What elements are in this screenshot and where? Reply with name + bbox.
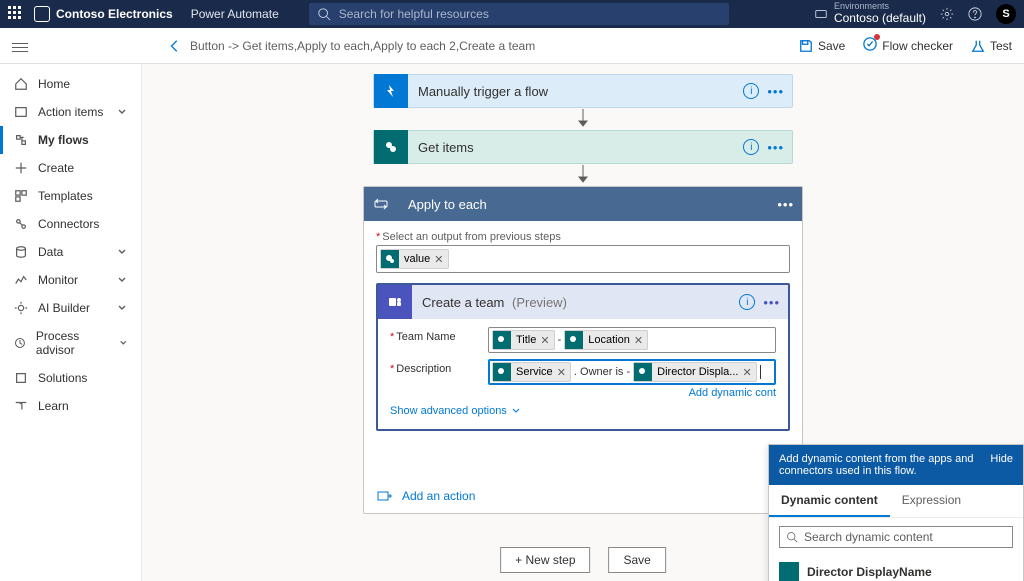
breadcrumb: Button -> Get items,Apply to each,Apply … [168, 39, 535, 53]
team-name-input[interactable]: Title✕ - Location✕ [488, 327, 776, 353]
token-remove-icon[interactable]: ✕ [540, 334, 549, 347]
add-dynamic-content-link[interactable]: Add dynamic cont [390, 387, 776, 399]
card-menu-icon[interactable]: ••• [767, 140, 784, 155]
flow-container-apply-to-each: Apply to each ••• Select an output from … [363, 186, 803, 514]
create-team-header[interactable]: Create a team (Preview) i ••• [378, 285, 788, 319]
sharepoint-icon [374, 130, 408, 164]
search-icon [786, 531, 798, 543]
info-icon[interactable]: i [739, 294, 755, 310]
tab-dynamic-content[interactable]: Dynamic content [769, 485, 890, 517]
environment-picker[interactable]: EnvironmentsContoso (default) [814, 2, 926, 25]
brand-logo-icon [34, 6, 50, 22]
save-icon [799, 39, 813, 53]
sidebar-item-monitor[interactable]: Monitor [0, 266, 141, 294]
flow-checker-icon [863, 37, 877, 54]
hide-link[interactable]: Hide [990, 453, 1013, 477]
app-launcher-icon[interactable] [8, 6, 24, 22]
flow-card-get-items[interactable]: Get items i ••• [373, 130, 793, 164]
global-search[interactable]: Search for helpful resources [309, 3, 729, 25]
environment-icon [814, 7, 828, 21]
token-director[interactable]: Director Displa...✕ [633, 362, 757, 382]
info-icon[interactable]: i [743, 139, 759, 155]
loop-icon [364, 187, 398, 221]
app-header: Contoso Electronics Power Automate Searc… [0, 0, 1024, 28]
add-action-button[interactable]: Add an action [376, 489, 790, 503]
sidebar: Home Action items My flows Create Templa… [0, 64, 142, 581]
flow-arrow-icon [576, 108, 590, 130]
token-service[interactable]: Service✕ [492, 362, 571, 382]
sidebar-item-ai-builder[interactable]: AI Builder [0, 294, 141, 322]
help-icon[interactable] [968, 7, 982, 21]
info-icon[interactable]: i [743, 83, 759, 99]
brand-name: Contoso Electronics [56, 7, 173, 21]
card-menu-icon[interactable]: ••• [767, 84, 784, 99]
select-output-input[interactable]: value✕ [376, 245, 790, 273]
tab-expression[interactable]: Expression [890, 485, 973, 517]
text-cursor [760, 365, 761, 379]
sidebar-item-home[interactable]: Home [0, 70, 141, 98]
sidebar-item-process-advisor[interactable]: Process advisor [0, 322, 141, 364]
product-name: Power Automate [191, 7, 279, 21]
token-location[interactable]: Location✕ [564, 330, 648, 350]
sidebar-item-learn[interactable]: Learn [0, 392, 141, 420]
chevron-down-icon [117, 107, 127, 117]
new-step-button[interactable]: + New step [500, 547, 590, 573]
token-title[interactable]: Title✕ [492, 330, 555, 350]
dynamic-search-input[interactable]: Search dynamic content [779, 526, 1013, 548]
settings-icon[interactable] [940, 7, 954, 21]
token-remove-icon[interactable]: ✕ [634, 334, 643, 347]
sidebar-item-data[interactable]: Data [0, 238, 141, 266]
token-remove-icon[interactable]: ✕ [434, 253, 443, 266]
token-value[interactable]: value✕ [380, 249, 449, 269]
sidebar-item-connectors[interactable]: Connectors [0, 210, 141, 238]
token-remove-icon[interactable]: ✕ [557, 366, 566, 379]
sidebar-item-templates[interactable]: Templates [0, 182, 141, 210]
flow-card-create-team: Create a team (Preview) i ••• Team Name … [376, 283, 790, 431]
sidebar-item-create[interactable]: Create [0, 154, 141, 182]
flow-checker-button[interactable]: Flow checker [863, 37, 953, 54]
description-input[interactable]: Service✕ . Owner is - Director Displa...… [488, 359, 776, 385]
token-remove-icon[interactable]: ✕ [742, 366, 751, 379]
sidebar-item-action-items[interactable]: Action items [0, 98, 141, 126]
chevron-down-icon [117, 247, 127, 257]
nav-toggle-icon[interactable] [12, 40, 28, 52]
sidebar-item-my-flows[interactable]: My flows [0, 126, 141, 154]
toolbar: Button -> Get items,Apply to each,Apply … [0, 28, 1024, 64]
search-placeholder: Search for helpful resources [339, 7, 489, 21]
save-flow-button[interactable]: Save [609, 547, 666, 573]
select-output-label: Select an output from previous steps [376, 231, 790, 243]
save-button[interactable]: Save [799, 39, 845, 53]
chevron-down-icon [117, 275, 127, 285]
flow-card-trigger[interactable]: Manually trigger a flow i ••• [373, 74, 793, 108]
team-name-label: Team Name [390, 327, 478, 343]
test-button[interactable]: Test [971, 39, 1012, 53]
card-menu-icon[interactable]: ••• [763, 295, 780, 310]
teams-icon [378, 285, 412, 319]
card-menu-icon[interactable]: ••• [777, 197, 794, 212]
chevron-down-icon [117, 303, 127, 313]
flow-canvas: Manually trigger a flow i ••• Get items … [142, 64, 1024, 581]
dynamic-content-panel: Add dynamic content from the apps and co… [768, 444, 1024, 581]
description-label: Description [390, 359, 478, 375]
dynamic-hint: Add dynamic content from the apps and co… [769, 445, 1023, 485]
trigger-icon [374, 74, 408, 108]
test-icon [971, 39, 985, 53]
search-icon [317, 7, 331, 21]
chevron-down-icon [119, 338, 128, 348]
sidebar-item-solutions[interactable]: Solutions [0, 364, 141, 392]
brand: Contoso Electronics [34, 6, 173, 22]
dynamic-item[interactable]: Director DisplayName [769, 556, 1023, 581]
user-avatar[interactable]: S [996, 4, 1016, 24]
apply-header[interactable]: Apply to each ••• [364, 187, 802, 221]
show-advanced-link[interactable]: Show advanced options [390, 405, 521, 417]
sharepoint-icon [779, 562, 799, 581]
back-icon[interactable] [168, 39, 182, 53]
flow-arrow-icon [576, 164, 590, 186]
